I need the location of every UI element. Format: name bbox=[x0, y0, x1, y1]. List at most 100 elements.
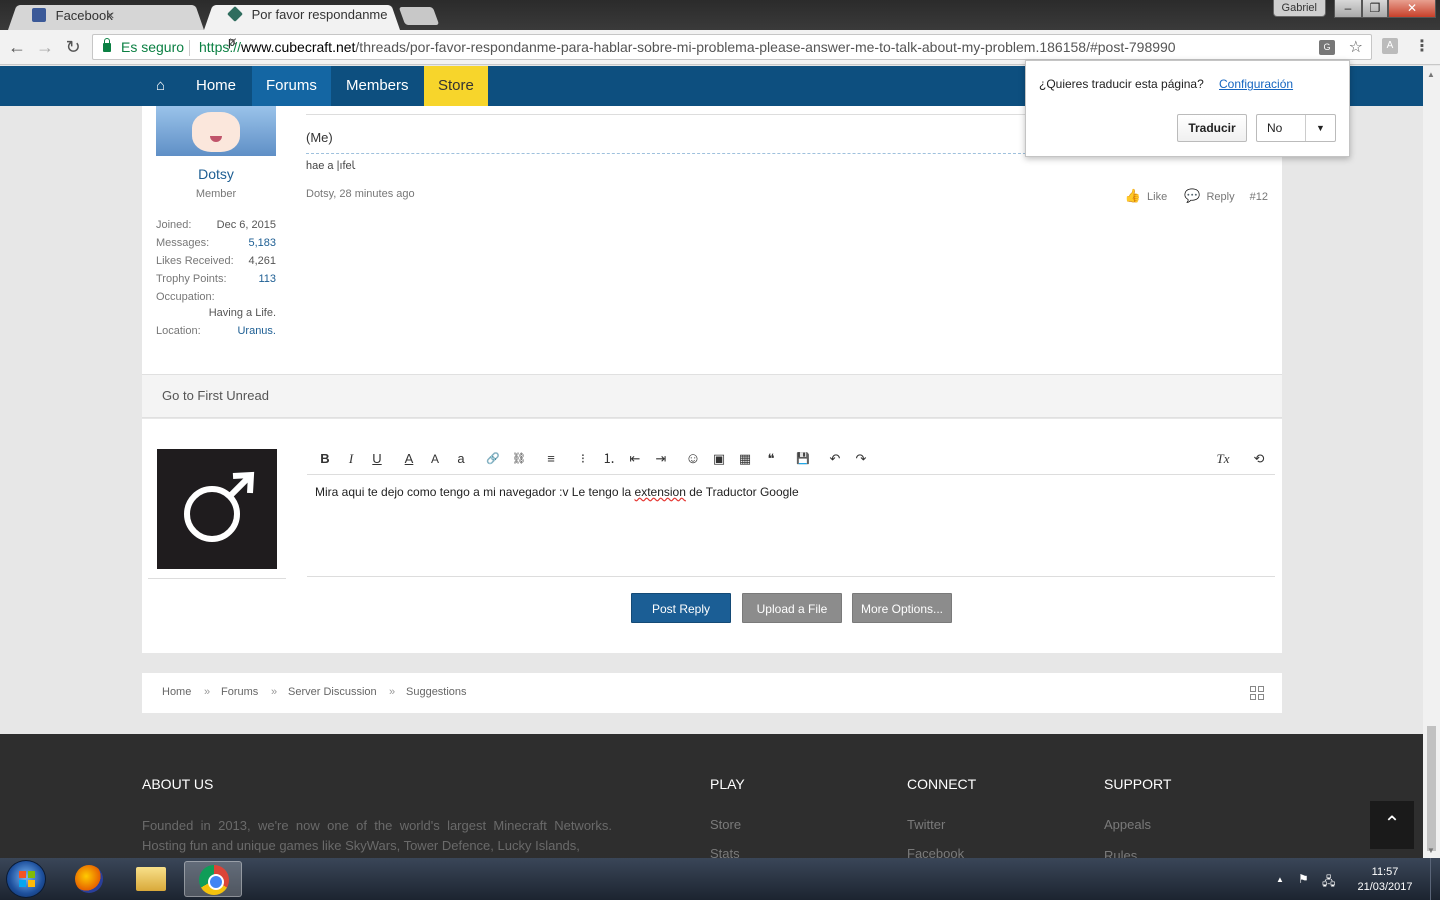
taskbar-clock[interactable]: 11:57 21/03/2017 bbox=[1346, 865, 1424, 895]
scroll-to-top-button[interactable]: ⌃ bbox=[1370, 801, 1414, 849]
bullet-list-button[interactable]: ⁝ bbox=[573, 449, 593, 469]
footer-link-store[interactable]: Store bbox=[710, 817, 741, 832]
font-size-button[interactable]: A bbox=[425, 449, 445, 469]
breadcrumb-suggestions[interactable]: Suggestions bbox=[406, 686, 467, 698]
address-bar[interactable]: Es seguro https://www.cubecraft.net/thre… bbox=[92, 34, 1372, 60]
firefox-icon bbox=[75, 865, 103, 893]
footer-link-rules[interactable]: Rules bbox=[1104, 848, 1137, 858]
footer-link-appeals[interactable]: Appeals bbox=[1104, 817, 1151, 832]
reply-editor-textarea[interactable]: Mira aqui te dejo como tengo a mi navega… bbox=[315, 485, 799, 499]
extension-icon[interactable]: A bbox=[1382, 38, 1398, 54]
footer-link-twitter[interactable]: Twitter bbox=[907, 817, 945, 832]
post-number-link[interactable]: #12 bbox=[1250, 191, 1268, 203]
reply-icon[interactable]: 💬 bbox=[1184, 188, 1200, 203]
go-to-first-unread-link[interactable]: Go to First Unread bbox=[162, 388, 269, 403]
bookmark-star-icon[interactable]: ☆ bbox=[1349, 37, 1363, 57]
like-link[interactable]: Like bbox=[1147, 191, 1167, 203]
show-desktop-button[interactable] bbox=[1430, 858, 1440, 900]
numbered-list-button[interactable]: ⒈ bbox=[599, 449, 619, 469]
scroll-up-arrow-icon[interactable]: ▲ bbox=[1427, 70, 1435, 79]
start-button[interactable] bbox=[6, 860, 46, 898]
reply-avatar[interactable] bbox=[157, 449, 277, 569]
nav-forums[interactable]: Forums bbox=[252, 66, 331, 106]
post-username[interactable]: Dotsy bbox=[156, 166, 276, 182]
maximize-button[interactable]: ❐ bbox=[1362, 0, 1388, 18]
remove-format-button[interactable]: Tx bbox=[1213, 449, 1233, 469]
stat-value[interactable]: 5,183 bbox=[248, 237, 276, 249]
more-options-button[interactable]: More Options... bbox=[852, 593, 952, 623]
underline-button[interactable]: U bbox=[367, 449, 387, 469]
breadcrumb-forums[interactable]: Forums bbox=[221, 686, 258, 698]
translate-settings-link[interactable]: Configuración bbox=[1219, 77, 1293, 91]
url-text[interactable]: https://www.cubecraft.net/threads/por-fa… bbox=[199, 39, 1176, 55]
link-button[interactable]: 🔗 bbox=[483, 449, 503, 469]
tab-cubecraft-thread[interactable]: Por favor respondanme p × bbox=[204, 2, 400, 49]
user-avatar[interactable] bbox=[156, 106, 276, 156]
image-button[interactable]: ▣ bbox=[709, 449, 729, 469]
new-tab-button[interactable] bbox=[398, 7, 440, 25]
network-icon[interactable]: 🖧 bbox=[1322, 872, 1335, 893]
indent-button[interactable]: ⇥ bbox=[651, 449, 671, 469]
bold-button[interactable]: B bbox=[315, 449, 335, 469]
draft-button[interactable]: 💾 bbox=[793, 449, 813, 469]
align-button[interactable]: ≡ bbox=[541, 449, 561, 469]
close-icon[interactable]: × bbox=[106, 7, 114, 23]
tab-facebook[interactable]: Facebook × bbox=[8, 2, 204, 30]
grid-icon[interactable] bbox=[1250, 686, 1264, 700]
nav-home[interactable]: Home bbox=[182, 66, 250, 106]
quote-button[interactable]: ❝ bbox=[761, 449, 781, 469]
stat-value[interactable]: 113 bbox=[258, 273, 276, 285]
footer-about-text: Founded in 2013, we're now one of the wo… bbox=[142, 818, 612, 853]
back-arrow-icon[interactable]: ← bbox=[6, 36, 28, 58]
close-icon[interactable]: × bbox=[229, 33, 237, 49]
action-center-flag-icon[interactable]: ⚑ bbox=[1298, 872, 1309, 886]
forward-arrow-icon[interactable]: → bbox=[34, 36, 56, 58]
unlink-button[interactable]: ⛓ bbox=[509, 449, 529, 469]
footer-link-stats[interactable]: Stats bbox=[710, 846, 740, 858]
page-scrollbar[interactable]: ▲ ▼ bbox=[1423, 66, 1440, 858]
redo-button[interactable]: ↷ bbox=[851, 449, 871, 469]
browser-menu-icon[interactable]: ⋮ bbox=[1414, 36, 1430, 56]
male-symbol-icon bbox=[184, 471, 255, 542]
footer-connect-title: CONNECT bbox=[907, 776, 977, 792]
translate-button[interactable]: Traducir bbox=[1177, 114, 1247, 142]
reload-icon[interactable]: ↻ bbox=[62, 36, 84, 58]
tab-title: Facebook bbox=[55, 8, 113, 23]
minimize-button[interactable]: – bbox=[1334, 0, 1362, 18]
footer-link-facebook[interactable]: Facebook bbox=[907, 846, 964, 858]
upload-file-button[interactable]: Upload a File bbox=[742, 593, 842, 623]
breadcrumb-home[interactable]: Home bbox=[162, 686, 191, 698]
home-icon[interactable]: ⌂ bbox=[142, 66, 179, 106]
post-meta[interactable]: Dotsy, 28 minutes ago bbox=[306, 188, 415, 200]
taskbar-explorer[interactable] bbox=[122, 861, 180, 897]
secure-label[interactable]: Es seguro bbox=[121, 39, 184, 55]
italic-button[interactable]: I bbox=[341, 449, 361, 469]
nav-members[interactable]: Members bbox=[332, 66, 423, 106]
nav-store[interactable]: Store bbox=[424, 66, 488, 106]
user-title: Member bbox=[195, 188, 237, 200]
stat-value[interactable]: Uranus. bbox=[237, 325, 276, 337]
text-color-button[interactable]: A bbox=[399, 449, 419, 469]
translate-decline-select[interactable]: No ▼ bbox=[1256, 114, 1336, 142]
outdent-button[interactable]: ⇤ bbox=[625, 449, 645, 469]
taskbar-chrome[interactable] bbox=[184, 861, 242, 897]
scroll-down-arrow-icon[interactable]: ▼ bbox=[1427, 846, 1435, 855]
like-icon[interactable]: 👍 bbox=[1125, 188, 1141, 203]
toggle-bbcode-button[interactable]: ⟲ bbox=[1249, 449, 1269, 469]
reply-link[interactable]: Reply bbox=[1206, 191, 1234, 203]
translate-icon[interactable]: G bbox=[1319, 40, 1335, 55]
undo-button[interactable]: ↶ bbox=[825, 449, 845, 469]
tray-expand-icon[interactable]: ▲ bbox=[1276, 875, 1284, 884]
chevron-down-icon[interactable]: ▼ bbox=[1305, 115, 1335, 141]
folder-icon bbox=[136, 867, 166, 891]
translate-popup: ¿Quieres traducir esta página? Configura… bbox=[1025, 60, 1350, 157]
profile-name-badge[interactable]: Gabriel bbox=[1272, 0, 1326, 17]
smilie-button[interactable]: ☺ bbox=[683, 449, 703, 469]
media-button[interactable]: ▦ bbox=[735, 449, 755, 469]
window-close-button[interactable]: ✕ bbox=[1388, 0, 1436, 18]
scroll-thumb[interactable] bbox=[1427, 726, 1436, 851]
post-reply-button[interactable]: Post Reply bbox=[631, 593, 731, 623]
font-family-button[interactable]: a bbox=[451, 449, 471, 469]
taskbar-firefox[interactable] bbox=[60, 861, 118, 897]
breadcrumb-server-discussion[interactable]: Server Discussion bbox=[288, 686, 377, 698]
